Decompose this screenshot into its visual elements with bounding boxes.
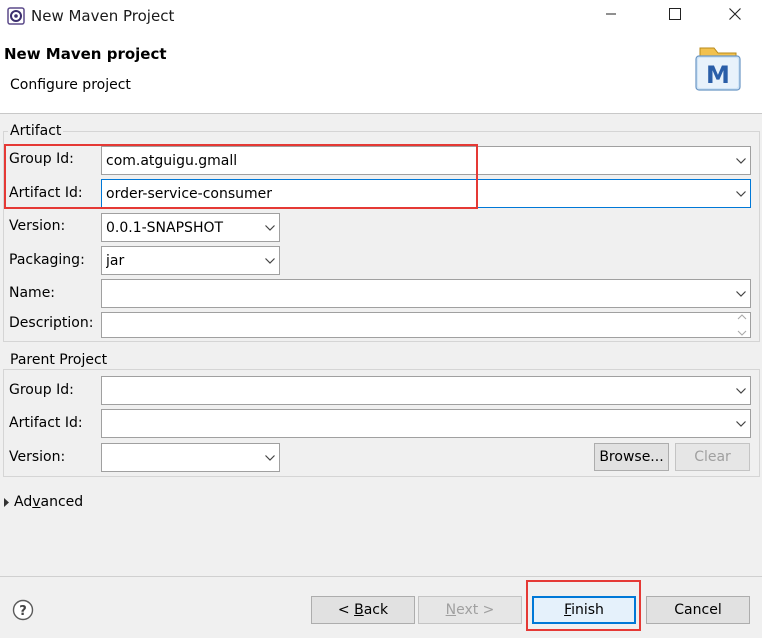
minimize-icon [605, 8, 617, 24]
eclipse-icon [7, 7, 25, 25]
maximize-icon [669, 8, 681, 24]
version-value: 0.0.1-SNAPSHOT [106, 219, 224, 236]
packaging-value: jar [106, 252, 125, 269]
footer-separator [0, 576, 762, 577]
parent-legend: Parent Project [8, 352, 110, 368]
chevron-down-icon[interactable] [732, 377, 750, 404]
svg-text:?: ? [19, 604, 27, 619]
chevron-down-icon[interactable] [732, 410, 750, 437]
parent-version-combo[interactable] [101, 443, 280, 472]
scroll-up-icon [737, 314, 747, 320]
wizard-header: New Maven project Configure project M [0, 32, 762, 114]
chevron-down-icon[interactable] [261, 444, 279, 471]
version-combo[interactable]: 0.0.1-SNAPSHOT [101, 213, 280, 242]
window-title: New Maven Project [31, 7, 175, 25]
chevron-down-icon[interactable] [261, 214, 279, 241]
scroll-down-icon [737, 330, 747, 336]
advanced-label: Advanced [14, 494, 84, 510]
wizard-subtitle: Configure project [10, 77, 131, 93]
chevron-down-icon[interactable] [732, 280, 750, 307]
group-id-label: Group Id: [9, 151, 74, 167]
group-id-combo[interactable]: com.atguigu.gmall [101, 146, 751, 175]
name-label: Name: [9, 285, 56, 301]
artifact-id-value: order-service-consumer [106, 185, 272, 202]
parent-group-id-label: Group Id: [9, 382, 74, 398]
next-button-label: Next > [445, 602, 495, 618]
clear-button[interactable]: Clear [675, 443, 750, 471]
close-icon [729, 8, 741, 24]
description-label: Description: [9, 315, 94, 331]
packaging-combo[interactable]: jar [101, 246, 280, 275]
wizard-title: New Maven project [4, 45, 167, 63]
title-bar: New Maven Project [0, 0, 762, 32]
browse-button[interactable]: Browse... [594, 443, 669, 471]
parent-artifact-id-combo[interactable] [101, 409, 751, 438]
maven-logo-letter: M [706, 61, 730, 89]
cancel-button[interactable]: Cancel [646, 596, 750, 624]
parent-artifact-id-label: Artifact Id: [9, 415, 83, 431]
parent-group-id-combo[interactable] [101, 376, 751, 405]
maximize-button[interactable] [652, 0, 698, 32]
back-button-label: < Back [337, 602, 389, 618]
group-id-value: com.atguigu.gmall [106, 152, 238, 169]
help-icon[interactable]: ? [12, 599, 34, 621]
description-textarea[interactable] [101, 312, 751, 338]
expand-arrow-icon[interactable] [4, 497, 14, 507]
minimize-button[interactable] [588, 0, 634, 32]
parent-version-label: Version: [9, 449, 66, 465]
version-label: Version: [9, 218, 66, 234]
close-button[interactable] [712, 0, 758, 32]
next-button[interactable]: Next > [418, 596, 522, 624]
finish-button[interactable]: Finish [532, 596, 636, 624]
maven-logo-icon: M [692, 42, 744, 94]
chevron-down-icon[interactable] [732, 180, 750, 207]
chevron-down-icon[interactable] [261, 247, 279, 274]
name-combo[interactable] [101, 279, 751, 308]
packaging-label: Packaging: [9, 252, 85, 268]
artifact-id-combo[interactable]: order-service-consumer [101, 179, 751, 208]
finish-button-label: Finish [564, 602, 604, 618]
chevron-down-icon[interactable] [732, 147, 750, 174]
back-button[interactable]: < Back [311, 596, 415, 624]
scroll-spinner[interactable] [734, 313, 750, 337]
artifact-legend: Artifact [8, 123, 64, 139]
artifact-id-label: Artifact Id: [9, 185, 83, 201]
advanced-expander[interactable]: Advanced [4, 494, 83, 510]
